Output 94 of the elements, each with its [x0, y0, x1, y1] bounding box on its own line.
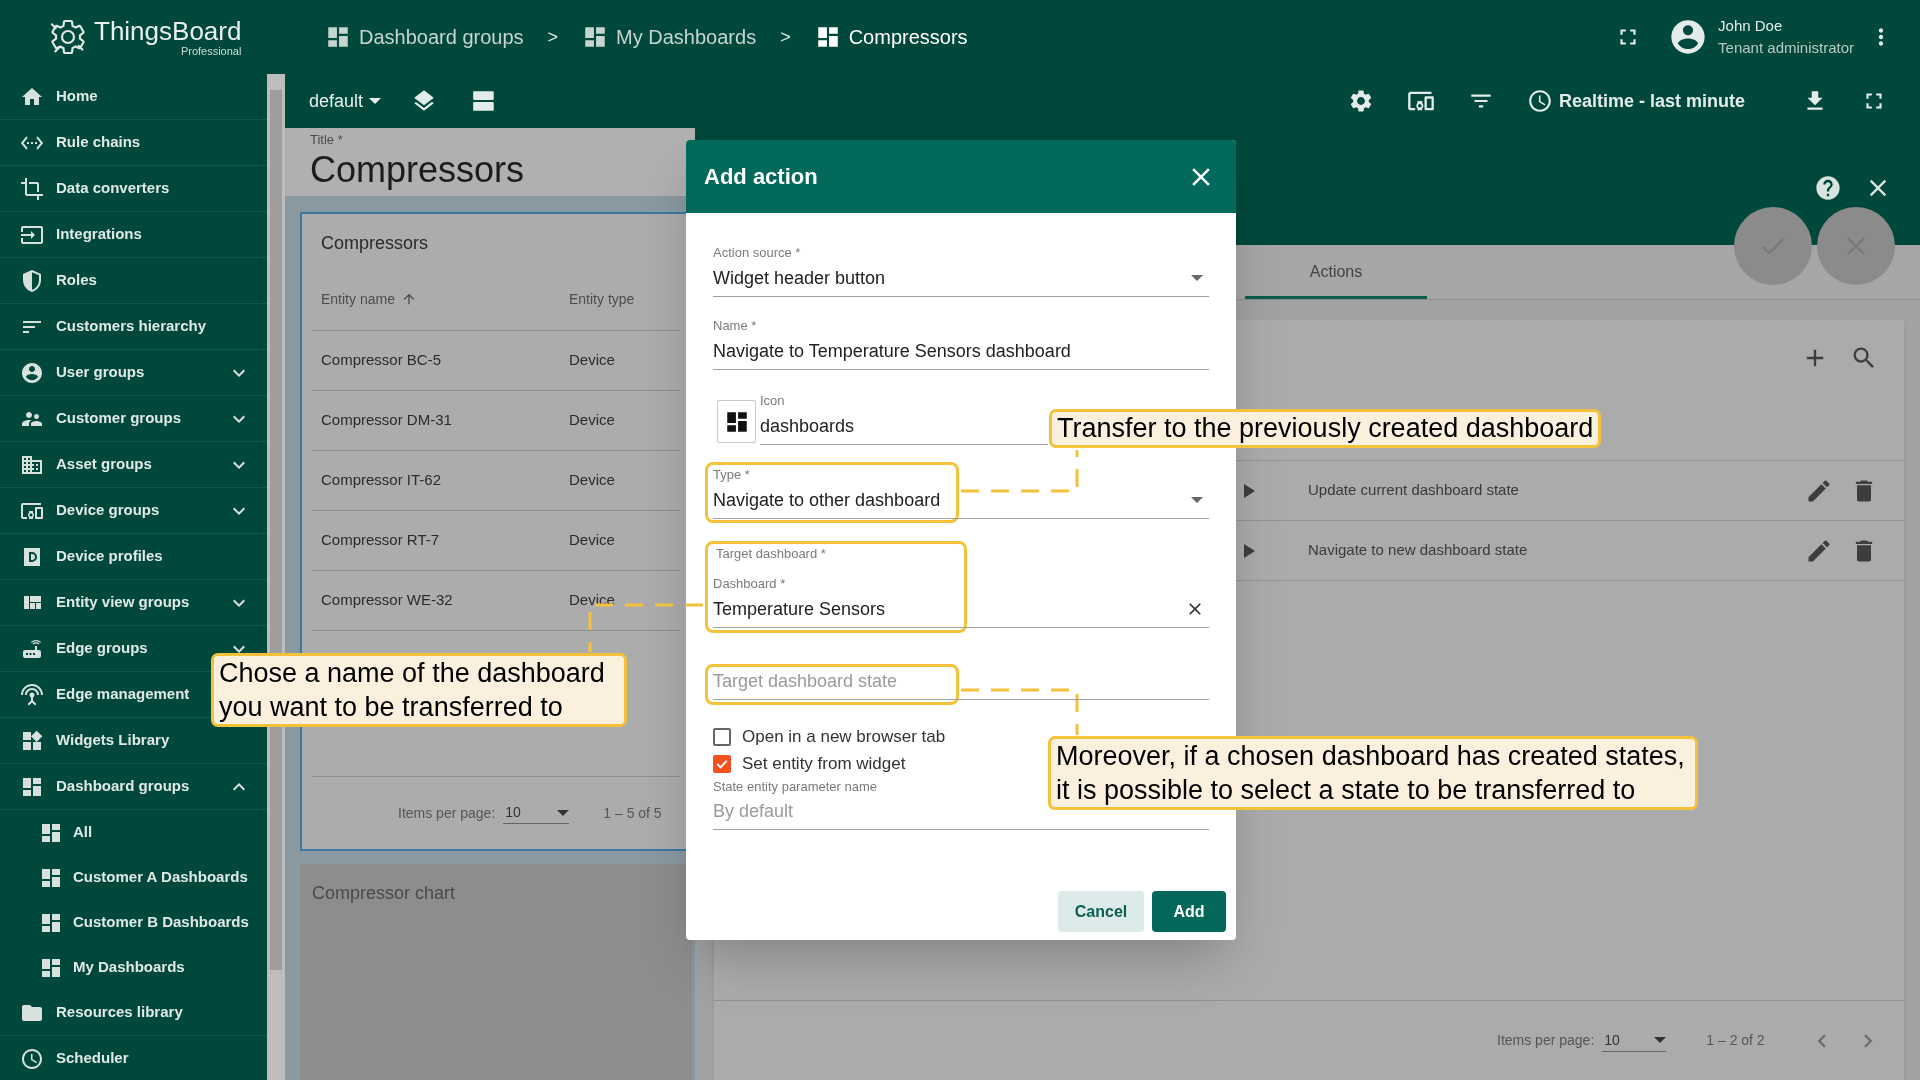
table-cell-text: Device [568, 530, 616, 551]
widgets-icon [20, 728, 44, 753]
page-size-select[interactable]: 10 [503, 802, 570, 824]
column-header[interactable]: Entity type [560, 288, 680, 310]
field-value: Widget header button [713, 267, 886, 289]
edition-label: Professional [180, 45, 242, 57]
sidebar-item[interactable]: User groups [0, 350, 267, 396]
sidebar-item[interactable]: Roles [0, 258, 267, 304]
caret-icon [1191, 497, 1203, 503]
breadcrumb-separator: > [780, 25, 791, 49]
table-cell-text: Device [568, 350, 616, 371]
widget-title: Compressor chart [312, 883, 456, 903]
annotation-tooltip: Chose a name of the dashboard you want to be transferred to [211, 653, 627, 727]
field-value: Navigate to other dashboard [713, 489, 941, 511]
field-value: dashboards [760, 415, 855, 437]
sidebar-item[interactable]: Customer B Dashboards [0, 900, 267, 945]
sidebar-item[interactable]: Resources library [0, 990, 267, 1036]
checkbox-option[interactable]: Open in a new browser tab [713, 724, 946, 750]
dialog-title: Add action [704, 163, 818, 191]
caret-icon [557, 809, 570, 816]
column-header[interactable]: Entity name [312, 288, 560, 310]
table-cell-text: Compressor IT-62 [320, 470, 443, 491]
breadcrumb-link[interactable]: Compressors [814, 22, 968, 52]
checkbox[interactable] [713, 728, 731, 746]
dashboard-title: Compressors [310, 148, 526, 192]
checkbox-option[interactable]: Set entity from widget [713, 751, 906, 777]
antenna-icon [20, 682, 44, 707]
user-role: Tenant administrator [1718, 38, 1854, 58]
action-name: Navigate to new dashboard state [1308, 540, 1528, 561]
checkbox[interactable] [713, 755, 731, 773]
logo-icon [48, 17, 88, 57]
field-value: Navigate to Temperature Sensors dashboard [713, 340, 1072, 362]
text-field[interactable]: Name * Navigate to Temperature Sensors dashboard [713, 313, 1209, 370]
breadcrumb-separator: > [547, 25, 559, 49]
annotation-tooltip: Transfer to the previously created dashboard [1049, 409, 1602, 448]
sidebar-item[interactable]: Integrations [0, 212, 267, 258]
annotation-tooltip: Moreover, if a chosen dashboard has created states, it is possible to select a state to be transferred to [1048, 736, 1698, 810]
sidebar-item[interactable]: Asset groups [0, 442, 267, 488]
breadcrumb-link[interactable]: Dashboard groups [325, 22, 524, 52]
select-field[interactable]: Type * Navigate to other dashboard [713, 462, 1209, 519]
field-label: Title * [310, 132, 344, 148]
sidebar-item[interactable]: All [0, 810, 267, 855]
sidebar-item[interactable]: Device profiles [0, 534, 267, 580]
cancel-button[interactable]: Cancel [1058, 891, 1144, 932]
field-value: Temperature Sensors [713, 598, 886, 620]
table-cell-text: Compressor BC-5 [320, 350, 443, 371]
field-label: Type * [713, 468, 751, 481]
caret-icon [1191, 275, 1203, 281]
timewindow-button[interactable]: Realtime - last minute [1526, 87, 1745, 115]
table-cell-text: Device [568, 470, 616, 491]
page-range: 1 – 2 of 2 [1706, 1031, 1765, 1050]
field-label: Action source * [713, 246, 802, 259]
crop-icon [20, 176, 44, 201]
action-name: Update current dashboard state [1308, 480, 1519, 501]
clock-icon [1526, 88, 1553, 114]
sidebar-item[interactable]: Customer A Dashboards [0, 855, 267, 900]
table-cell-text: Device [568, 410, 616, 431]
table-cell-text: Compressor DM-31 [320, 410, 453, 431]
shield-icon [20, 268, 44, 293]
field-label: Dashboard * [713, 577, 787, 590]
icon-preview-button[interactable] [717, 400, 756, 443]
caret-icon [1654, 1037, 1667, 1043]
select-field[interactable]: Action source * Widget header button [713, 240, 1209, 297]
dashboard-icon [325, 24, 351, 50]
sidebar-item[interactable]: Entity view groups [0, 580, 267, 626]
sidebar-item[interactable]: Customer groups [0, 396, 267, 442]
account-icon [20, 360, 44, 385]
page-range: 1 – 5 of 5 [603, 803, 662, 823]
caret-icon [369, 98, 382, 104]
items-per-page-label: Items per page: [1497, 1031, 1595, 1050]
help-icon[interactable] [1814, 174, 1842, 202]
field-label: Icon [760, 394, 786, 407]
user-name: John Doe [1718, 16, 1784, 36]
add-button[interactable]: Add [1152, 891, 1226, 932]
tab[interactable]: Actions [1245, 247, 1427, 299]
state-select[interactable]: default [309, 87, 382, 115]
group-label: Target dashboard * [716, 547, 827, 560]
autocomplete-field[interactable]: Dashboard * Temperature Sensors [713, 577, 1209, 628]
sidebar-item[interactable]: Home [0, 74, 267, 120]
items-per-page-label: Items per page: [398, 803, 496, 823]
field-label: State entity parameter name [713, 780, 878, 793]
clock-icon [20, 1046, 44, 1071]
app-name: ThingsBoard [94, 17, 242, 44]
sidebar-item[interactable]: Device groups [0, 488, 267, 534]
table-cell-text: Compressor WE-32 [320, 590, 454, 611]
text-field[interactable]: Icon dashboards [760, 390, 1048, 445]
breadcrumb-link[interactable]: My Dashboards [582, 22, 757, 52]
text-field[interactable]: Target dashboard state [713, 671, 1209, 700]
table-cell-text: Compressor RT-7 [320, 530, 441, 551]
sidebar-item[interactable]: My Dashboards [0, 945, 267, 990]
page-size-select[interactable]: 10 [1602, 1029, 1667, 1052]
sidebar-item[interactable]: Dashboard groups [0, 764, 267, 810]
widget-title: Compressors [320, 232, 430, 255]
field-label: Name * [713, 319, 758, 332]
